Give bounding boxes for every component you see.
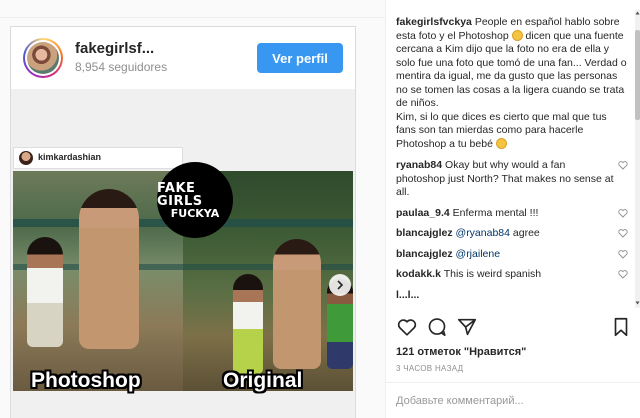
carousel-next-button[interactable] bbox=[329, 274, 351, 296]
comment-like-icon[interactable] bbox=[618, 269, 628, 279]
post-timestamp: 3 ЧАСОВ НАЗАД bbox=[396, 364, 464, 373]
comment-item-partial: l...l... bbox=[396, 289, 628, 303]
figure-woman-right bbox=[273, 239, 321, 369]
post-image[interactable]: kimkardashian FAKE GIRLS FUCKYA Photosho… bbox=[11, 89, 355, 418]
comment-username[interactable]: blancajglez bbox=[396, 248, 453, 260]
heart-icon[interactable] bbox=[396, 316, 418, 338]
comment-username[interactable]: ryanab84 bbox=[396, 159, 442, 171]
comment-item: kodakk.k This is weird spanish bbox=[396, 268, 628, 282]
profile-avatar[interactable] bbox=[23, 38, 63, 78]
like-count[interactable]: 121 отметок "Нравится" bbox=[396, 346, 526, 358]
comment-like-icon[interactable] bbox=[618, 208, 628, 218]
card-header: fakegirlsf... 8,954 seguidores Ver perfi… bbox=[11, 27, 355, 89]
comment-like-icon[interactable] bbox=[618, 160, 628, 170]
comment-item: blancajglez @ryanab84 agree bbox=[396, 227, 628, 241]
surprised-emoji-icon bbox=[511, 29, 523, 41]
watermark-subtext: FUCKYA bbox=[170, 206, 220, 220]
inner-post-header: kimkardashian bbox=[13, 147, 183, 169]
app-root: fakegirlsf... 8,954 seguidores Ver perfi… bbox=[0, 0, 640, 418]
comment-text: This is weird spanish bbox=[443, 268, 542, 280]
post-caption: fakegirlsfvckya People en español hablo … bbox=[396, 16, 628, 151]
comment-username[interactable]: kodakk.k bbox=[396, 268, 441, 280]
comment-mention[interactable]: @rjailene bbox=[456, 248, 501, 260]
comment-username[interactable]: paulaa_9.4 bbox=[396, 207, 450, 219]
profile-username[interactable]: fakegirlsf... bbox=[75, 40, 154, 57]
caption-original: Original bbox=[223, 369, 303, 392]
comment-icon[interactable] bbox=[426, 316, 448, 338]
caption-photoshop: Photoshop bbox=[31, 369, 141, 392]
scrollbar-thumb[interactable] bbox=[635, 30, 640, 120]
comment-mention[interactable]: @ryanab84 bbox=[456, 227, 510, 239]
watermark-text: FAKE GIRLS bbox=[157, 180, 203, 209]
comment-item: blancajglez @rjailene bbox=[396, 248, 628, 262]
bookmark-icon[interactable] bbox=[610, 316, 632, 338]
figure-woman-left bbox=[79, 189, 139, 349]
inner-avatar bbox=[19, 151, 33, 165]
smile-emoji-icon bbox=[495, 137, 507, 149]
inner-username: kimkardashian bbox=[38, 152, 102, 162]
chevron-right-icon bbox=[337, 280, 344, 290]
scroll-down-arrow-icon[interactable] bbox=[635, 300, 640, 306]
add-comment-input[interactable] bbox=[396, 392, 632, 410]
watermark-logo: FAKE GIRLS FUCKYA bbox=[157, 162, 233, 238]
view-profile-button[interactable]: Ver perfil bbox=[257, 43, 343, 73]
share-icon[interactable] bbox=[456, 316, 478, 338]
comment-like-icon[interactable] bbox=[618, 249, 628, 259]
comment-username[interactable]: blancajglez bbox=[396, 227, 453, 239]
embed-area: fakegirlsf... 8,954 seguidores Ver perfi… bbox=[0, 0, 385, 418]
avatar-image bbox=[27, 42, 59, 74]
comment-like-icon[interactable] bbox=[618, 228, 628, 238]
comment-text: Enferma mental !!! bbox=[452, 206, 539, 219]
comments-panel: fakegirlsfvckya People en español hablo … bbox=[385, 0, 640, 418]
caption-username[interactable]: fakegirlsfvckya bbox=[396, 16, 472, 28]
figure-child-left bbox=[27, 237, 63, 347]
comment-text: agree bbox=[509, 227, 540, 239]
divider bbox=[386, 382, 640, 383]
comment-list: fakegirlsfvckya People en español hablo … bbox=[396, 16, 628, 306]
figure-child-right bbox=[233, 274, 263, 374]
follower-count: 8,954 seguidores bbox=[75, 60, 168, 74]
comment-item: ryanab84 Okay but why would a fan photos… bbox=[396, 159, 628, 200]
comment-username[interactable]: l...l... bbox=[396, 289, 419, 301]
avatar-border bbox=[25, 40, 61, 76]
instagram-embed-card: fakegirlsf... 8,954 seguidores Ver perfi… bbox=[10, 26, 356, 418]
post-actions bbox=[396, 316, 632, 340]
scroll-up-arrow-icon[interactable] bbox=[635, 10, 640, 16]
top-strip bbox=[0, 0, 385, 18]
comment-item: paulaa_9.4 Enferma mental !!! bbox=[396, 207, 628, 221]
